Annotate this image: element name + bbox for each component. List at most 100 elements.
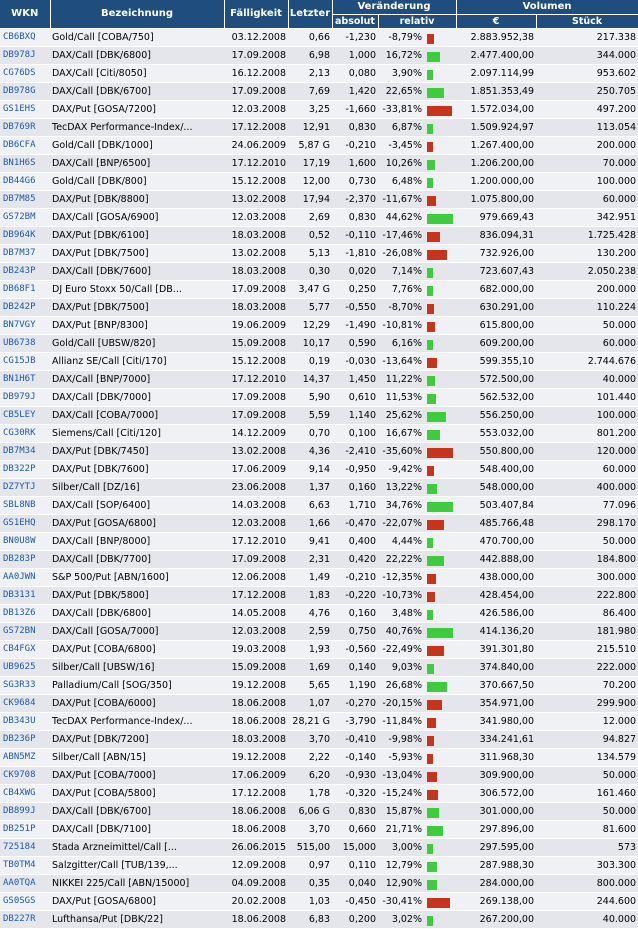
table-row[interactable]: BN1H6S DAX/Call [BNP/6500] 17.12.2010 17,19… xyxy=(0,154,638,173)
table-row[interactable]: GS0SGS DAX/Put [GOSA/6800] 20.02.2008 1,03-… xyxy=(0,892,638,911)
wkn-link[interactable]: DB227R xyxy=(0,910,50,929)
table-row[interactable]: CB4XWG DAX/Put [COBA/5800] 17.12.2008 1,78-… xyxy=(0,784,638,803)
table-row[interactable]: CG30RK Siemens/Call [Citi/120] 14.12.2009 0… xyxy=(0,424,638,443)
wkn-link[interactable]: DB7M85 xyxy=(0,190,50,209)
col-header-absolut[interactable]: absolut xyxy=(332,14,379,29)
wkn-link[interactable]: AA0TQA xyxy=(0,874,50,893)
table-row[interactable]: DZ7YTJ Silber/Call [DZ/16] 23.06.2008 1,37 0… xyxy=(0,478,638,497)
table-row[interactable]: BN0U8W DAX/Call [BNP/8000] 17.12.2010 9,41 0… xyxy=(0,532,638,551)
wkn-link[interactable]: ABN5MZ xyxy=(0,748,50,767)
wkn-link[interactable]: DB7M37 xyxy=(0,244,50,263)
wkn-link[interactable]: BN1H6T xyxy=(0,370,50,389)
wkn-link[interactable]: CB4XWG xyxy=(0,784,50,803)
table-row[interactable]: DB13Z6 DAX/Call [DBK/6800] 14.05.2008 4,76 0… xyxy=(0,604,638,623)
wkn-link[interactable]: DB978G xyxy=(0,82,50,101)
wkn-link[interactable]: GS1EHS xyxy=(0,100,50,119)
table-row[interactable]: SBL8NB DAX/Call [SOP/6400] 14.03.2008 6,63 1… xyxy=(0,496,638,515)
wkn-link[interactable]: DB3131 xyxy=(0,586,50,605)
table-row[interactable]: UB9625 Silber/Call [UBSW/16] 15.09.2008 1,6… xyxy=(0,658,638,677)
table-row[interactable]: BN7VGY DAX/Put [BNP/8300] 19.06.2009 12,29-… xyxy=(0,316,638,335)
wkn-link[interactable]: GS72BM xyxy=(0,208,50,227)
wkn-link[interactable]: 725184 xyxy=(0,838,50,857)
wkn-link[interactable]: DZ7YTJ xyxy=(0,478,50,497)
wkn-link[interactable]: DB242P xyxy=(0,298,50,317)
wkn-link[interactable]: UB9625 xyxy=(0,658,50,677)
table-row[interactable]: DB343U TecDAX Performance-Index/... 18.06.… xyxy=(0,712,638,731)
table-row[interactable]: CB5LEY DAX/Call [COBA/7000] 17.09.2008 5,59… xyxy=(0,406,638,425)
table-row[interactable]: DB242P DAX/Put [DBK/7500] 18.03.2008 5,77 -0… xyxy=(0,298,638,317)
wkn-link[interactable]: DB343U xyxy=(0,712,50,731)
wkn-link[interactable]: DB243P xyxy=(0,262,50,281)
table-row[interactable]: DB44G6 Gold/Call [DBK/800] 15.12.2008 12,00… xyxy=(0,172,638,191)
table-row[interactable]: CB6BXQ Gold/Call [COBA/750] 03.12.2008 0,66… xyxy=(0,28,638,47)
wkn-link[interactable]: CB4FGX xyxy=(0,640,50,659)
table-row[interactable]: ABN5MZ Silber/Call [ABN/15] 19.12.2008 2,22… xyxy=(0,748,638,767)
wkn-link[interactable]: DB283P xyxy=(0,550,50,569)
table-row[interactable]: DB964K DAX/Put [DBK/6100] 18.03.2008 0,52 -0… xyxy=(0,226,638,245)
wkn-link[interactable]: CB5LEY xyxy=(0,406,50,425)
wkn-link[interactable]: DB6CFA xyxy=(0,136,50,155)
table-row[interactable]: AA0JWN S&P 500/Put [ABN/1600] 12.06.2008 1,… xyxy=(0,568,638,587)
wkn-link[interactable]: CG76DS xyxy=(0,64,50,83)
wkn-link[interactable]: TB0TM4 xyxy=(0,856,50,875)
table-row[interactable]: CB4FGX DAX/Put [COBA/6800] 19.03.2008 1,93-… xyxy=(0,640,638,659)
table-row[interactable]: SG3R33 Palladium/Call [SOG/350] 19.12.2008… xyxy=(0,676,638,695)
table-row[interactable]: DB283P DAX/Call [DBK/7700] 17.09.2008 2,31 0… xyxy=(0,550,638,569)
wkn-link[interactable]: GS1EHQ xyxy=(0,514,50,533)
wkn-link[interactable]: CB6BXQ xyxy=(0,28,50,47)
wkn-link[interactable]: DB769R xyxy=(0,118,50,137)
wkn-link[interactable]: DB899J xyxy=(0,802,50,821)
wkn-link[interactable]: BN0U8W xyxy=(0,532,50,551)
wkn-link[interactable]: CK9684 xyxy=(0,694,50,713)
table-row[interactable]: DB227R Lufthansa/Put [DBK/22] 18.06.2008 6,… xyxy=(0,910,638,929)
wkn-link[interactable]: DB322P xyxy=(0,460,50,479)
wkn-link[interactable]: CG30RK xyxy=(0,424,50,443)
table-row[interactable]: DB7M34 DAX/Put [DBK/7450] 13.02.2008 4,36 -2… xyxy=(0,442,638,461)
wkn-link[interactable]: SG3R33 xyxy=(0,676,50,695)
table-row[interactable]: DB7M37 DAX/Put [DBK/7500] 13.02.2008 5,13 -1… xyxy=(0,244,638,263)
table-row[interactable]: UB6738 Gold/Call [UBSW/820] 15.09.2008 10,1… xyxy=(0,334,638,353)
table-row[interactable]: DB7M85 DAX/Put [DBK/8800] 13.02.2008 17,94-… xyxy=(0,190,638,209)
table-row[interactable]: DB251P DAX/Call [DBK/7100] 18.06.2008 3,70 0… xyxy=(0,820,638,839)
table-row[interactable]: GS72BN DAX/Call [GOSA/7000] 12.03.2008 2,59… xyxy=(0,622,638,641)
wkn-link[interactable]: DB44G6 xyxy=(0,172,50,191)
wkn-link[interactable]: DB68F1 xyxy=(0,280,50,299)
table-row[interactable]: GS72BM DAX/Call [GOSA/6900] 12.03.2008 2,69… xyxy=(0,208,638,227)
wkn-link[interactable]: DB7M34 xyxy=(0,442,50,461)
wkn-link[interactable]: BN7VGY xyxy=(0,316,50,335)
wkn-link[interactable]: GS72BN xyxy=(0,622,50,641)
table-row[interactable]: GS1EHQ DAX/Put [GOSA/6800] 12.03.2008 1,66-… xyxy=(0,514,638,533)
table-row[interactable]: TB0TM4 Salzgitter/Call [TUB/139,... 12.09.… xyxy=(0,856,638,875)
wkn-link[interactable]: DB236P xyxy=(0,730,50,749)
wkn-link[interactable]: DB13Z6 xyxy=(0,604,50,623)
table-row[interactable]: DB322P DAX/Put [DBK/7600] 17.06.2009 9,14 -0… xyxy=(0,460,638,479)
wkn-link[interactable]: SBL8NB xyxy=(0,496,50,515)
table-row[interactable]: DB978J DAX/Call [DBK/6800] 17.09.2008 6,98 1… xyxy=(0,46,638,65)
table-row[interactable]: DB68F1 DJ Euro Stoxx 50/Call [DB... 17.09.… xyxy=(0,280,638,299)
table-row[interactable]: CG76DS DAX/Call [Citi/8050] 16.12.2008 2,13… xyxy=(0,64,638,83)
col-header-faelligkeit[interactable]: Fälligkeit xyxy=(224,0,289,29)
col-header-letzter[interactable]: Letzter xyxy=(288,0,333,29)
wkn-link[interactable]: DB251P xyxy=(0,820,50,839)
table-row[interactable]: GS1EHS DAX/Put [GOSA/7200] 12.03.2008 3,25-… xyxy=(0,100,638,119)
table-row[interactable]: DB769R TecDAX Performance-Index/... 17.12.… xyxy=(0,118,638,137)
table-row[interactable]: DB3131 DAX/Put [DBK/5800] 17.12.2008 1,83 -0… xyxy=(0,586,638,605)
wkn-link[interactable]: AA0JWN xyxy=(0,568,50,587)
table-row[interactable]: 725184 Stada Arzneimittel/Call [... 26.06.… xyxy=(0,838,638,857)
col-header-bezeichnung[interactable]: Bezeichnung xyxy=(50,0,225,29)
wkn-link[interactable]: CG15JB xyxy=(0,352,50,371)
table-row[interactable]: DB979J DAX/Call [DBK/7000] 17.09.2008 5,90 0… xyxy=(0,388,638,407)
table-row[interactable]: DB6CFA Gold/Call [DBK/1000] 24.06.2009 5,87… xyxy=(0,136,638,155)
table-row[interactable]: DB236P DAX/Put [DBK/7200] 18.03.2008 3,70 -0… xyxy=(0,730,638,749)
wkn-link[interactable]: DB964K xyxy=(0,226,50,245)
wkn-link[interactable]: BN1H6S xyxy=(0,154,50,173)
col-header-wkn[interactable]: WKN xyxy=(0,0,51,29)
table-row[interactable]: DB899J DAX/Call [DBK/6700] 18.06.2008 6,06 … xyxy=(0,802,638,821)
col-header-euro[interactable]: € xyxy=(456,14,537,29)
wkn-link[interactable]: UB6738 xyxy=(0,334,50,353)
table-row[interactable]: DB978G DAX/Call [DBK/6700] 17.09.2008 7,69 1… xyxy=(0,82,638,101)
table-row[interactable]: CK9684 DAX/Put [COBA/6000] 18.06.2008 1,07-… xyxy=(0,694,638,713)
col-header-relativ[interactable]: relativ xyxy=(378,14,457,29)
table-row[interactable]: DB243P DAX/Call [DBK/7600] 18.03.2008 0,30 0… xyxy=(0,262,638,281)
wkn-link[interactable]: DB979J xyxy=(0,388,50,407)
